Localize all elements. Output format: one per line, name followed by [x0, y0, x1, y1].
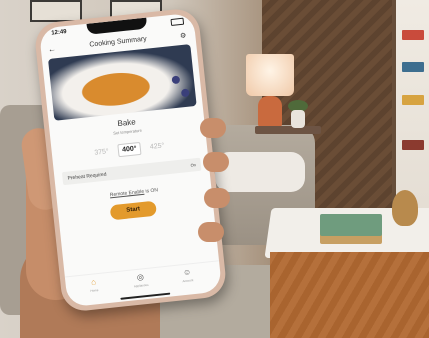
coffee-table-base [270, 252, 429, 338]
preheat-row[interactable]: Preheat Required On [61, 157, 202, 186]
smartphone: 12:49 ← Cooking Summary ⚙ Bake Set tempe… [33, 7, 228, 313]
shelf-book [402, 140, 424, 150]
lamp-base [258, 96, 282, 128]
vase [291, 110, 305, 128]
tab-home[interactable]: ⌂ Home [73, 275, 114, 294]
finger [200, 118, 226, 138]
temperature-option-selected[interactable]: 400° [117, 141, 142, 158]
side-table [255, 126, 321, 134]
phone-notch [86, 17, 147, 35]
status-time: 12:49 [51, 28, 67, 37]
remote-enable-link[interactable]: Remote Enable [110, 189, 145, 199]
picture-frame [30, 0, 82, 22]
battery-icon [170, 17, 185, 27]
finger [204, 188, 230, 208]
preheat-label: Preheat Required [67, 171, 107, 182]
blueberry [171, 75, 181, 85]
book-stack [320, 214, 382, 236]
bookshelf [396, 0, 429, 220]
start-button[interactable]: Start [109, 200, 157, 221]
tab-account[interactable]: ☺ Account [167, 266, 208, 285]
photo-scene: 12:49 ← Cooking Summary ⚙ Bake Set tempe… [0, 0, 429, 338]
shelf-book [402, 30, 424, 40]
brass-decor [392, 190, 418, 226]
finger [203, 152, 229, 172]
remote-enable-status: Remote Enable is ON [57, 182, 212, 204]
remote-enable-suffix: is ON [143, 187, 159, 195]
finger [198, 222, 224, 242]
tab-appliances[interactable]: ◎ Appliances [120, 271, 161, 290]
shelf-book [402, 62, 424, 72]
temperature-option[interactable]: 425° [146, 140, 168, 153]
temperature-option[interactable]: 375° [91, 146, 113, 159]
blueberry [180, 88, 190, 98]
lamp-shade [246, 54, 294, 96]
shelf-book [402, 95, 424, 105]
preheat-toggle[interactable]: On [190, 162, 196, 168]
app-screen: 12:49 ← Cooking Summary ⚙ Bake Set tempe… [38, 12, 223, 308]
settings-icon[interactable]: ⚙ [180, 32, 187, 41]
